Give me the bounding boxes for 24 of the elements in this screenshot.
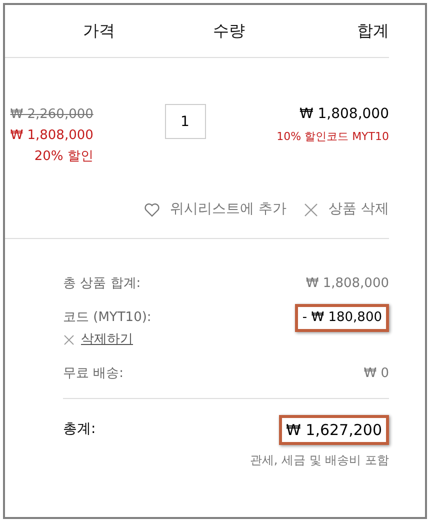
column-header: 가격 (82, 20, 115, 42)
wishlist-button[interactable]: 위시리스트에 추가 (144, 199, 287, 220)
amount-text: ₩ 1,627,200 (279, 414, 389, 445)
quantity-field[interactable]: 1 (164, 104, 206, 139)
close-icon (63, 334, 75, 346)
column-header: 수량 (212, 20, 246, 42)
summary-label: 총 상품 합계: (63, 275, 141, 294)
discount-label: 20% 할인 (34, 148, 94, 166)
summary-label: 무료 배송: (63, 364, 124, 383)
discount-code-note: 10% 할인코드 MYT10 (276, 129, 389, 145)
original-price: ₩ 2,260,000 (10, 106, 94, 124)
amount-text: ₩ 1,808,000 (306, 275, 389, 294)
summary-label: 코드 (MYT10): (63, 309, 152, 328)
tax-note: 관세, 세금 및 배송비 포함 (250, 452, 389, 469)
amount-text: ₩ 0 (364, 364, 389, 383)
remove-code-link[interactable]: 삭제하기 (63, 330, 133, 350)
item-total: ₩ 1,808,000 (299, 105, 389, 124)
sale-price: ₩ 1,808,000 (10, 127, 94, 145)
total-label: 총계: (63, 420, 96, 440)
heart-icon (144, 202, 160, 216)
amount-text: - ₩ 180,800 (295, 304, 389, 332)
remove-button[interactable]: 상품 삭제 (302, 199, 389, 220)
close-icon (302, 202, 319, 218)
column-header: 합계 (356, 20, 389, 42)
